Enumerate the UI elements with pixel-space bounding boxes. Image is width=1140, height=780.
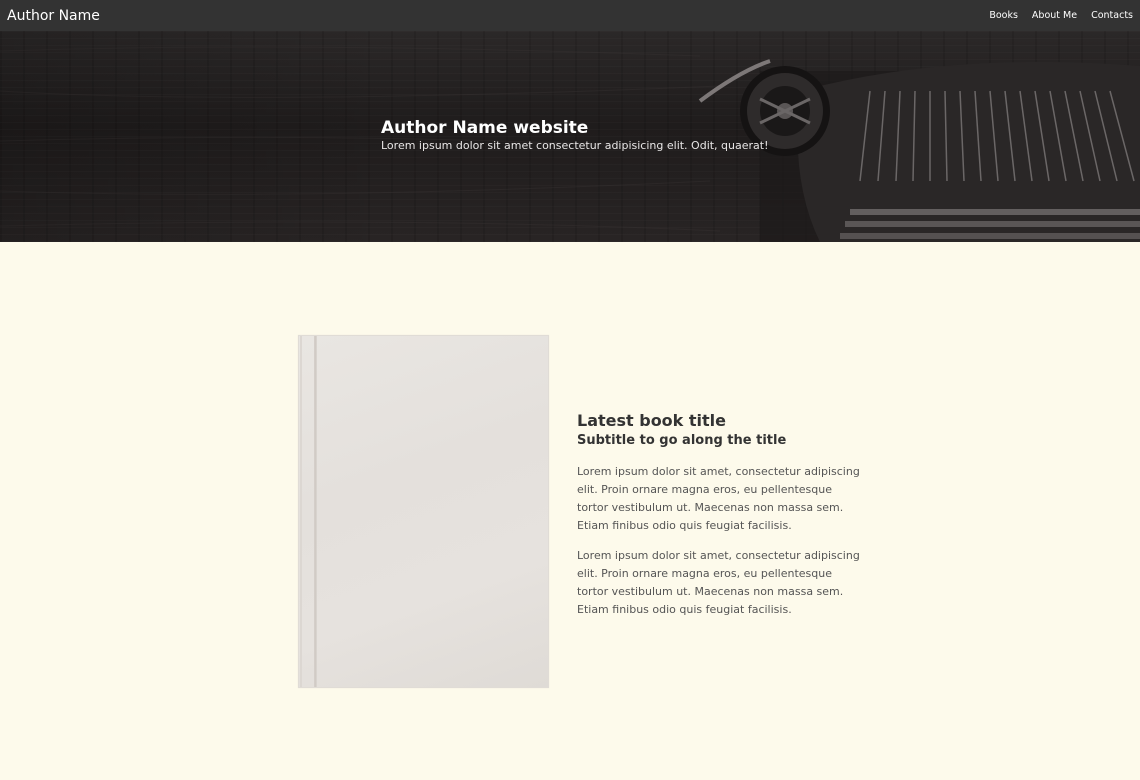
hero-subtitle: Lorem ipsum dolor sit amet consectetur a… xyxy=(381,139,769,152)
top-navbar: Author Name Books About Me Contacts xyxy=(0,0,1140,31)
hero-banner: Author Name website Lorem ipsum dolor si… xyxy=(0,31,1140,242)
book-spine-edge xyxy=(300,336,302,687)
hero-text: Author Name website Lorem ipsum dolor si… xyxy=(381,117,769,153)
nav-links: Books About Me Contacts xyxy=(989,10,1133,21)
nav-link-contacts[interactable]: Contacts xyxy=(1091,10,1133,21)
book-title: Latest book title xyxy=(577,411,726,430)
nav-link-books[interactable]: Books xyxy=(989,10,1018,21)
book-spine-crease xyxy=(314,336,317,687)
book-description-paragraph: Lorem ipsum dolor sit amet, consectetur … xyxy=(577,549,860,616)
brand-link[interactable]: Author Name xyxy=(7,8,100,24)
book-description-paragraph: Lorem ipsum dolor sit amet, consectetur … xyxy=(577,465,860,532)
nav-link-about-me[interactable]: About Me xyxy=(1032,10,1077,21)
book-cover-image xyxy=(298,335,549,688)
book-subtitle: Subtitle to go along the title xyxy=(577,433,787,448)
hero-title: Author Name website xyxy=(381,118,589,138)
book-info: Latest book title Subtitle to go along t… xyxy=(577,410,862,631)
